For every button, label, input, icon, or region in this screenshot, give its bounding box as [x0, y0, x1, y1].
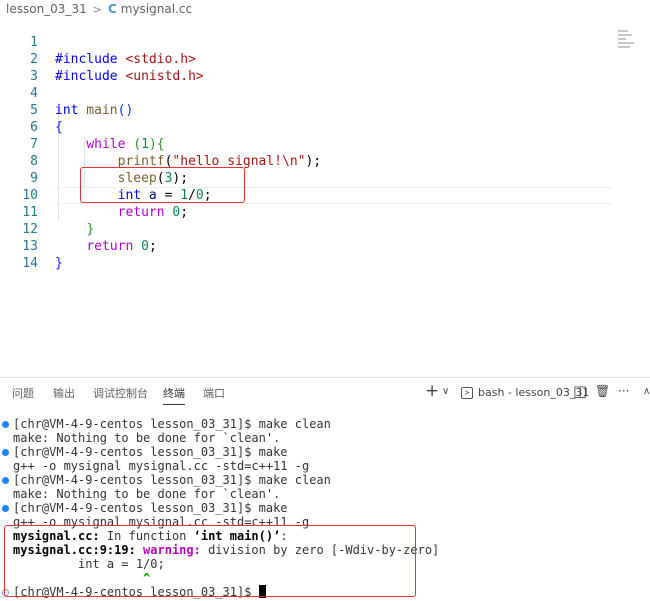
terminal-line: make: Nothing to be done for `clean'. — [13, 487, 281, 501]
code-line: 2 #include <unistd.h> — [0, 34, 620, 84]
tab-ports[interactable]: 端口 — [203, 385, 225, 401]
terminal-line: make: Nothing to be done for `clean'. — [13, 431, 281, 445]
breadcrumb-folder[interactable]: lesson_03_31 — [6, 2, 87, 16]
command-success-dot[interactable] — [2, 449, 9, 456]
terminal-line: g++ -o mysignal mysignal.cc -std=c++11 -… — [13, 459, 310, 473]
minimap[interactable] — [618, 30, 648, 60]
terminal-line: [chr@VM-4-9-centos lesson_03_31]$ make — [13, 445, 288, 459]
chevron-right-icon: > — [92, 2, 102, 16]
code-line: 6 while (1){ — [0, 102, 620, 152]
line-number: 14 — [22, 256, 38, 271]
code-line: 4 int main() — [0, 68, 620, 118]
trash-icon[interactable]: 🗑 — [595, 384, 610, 398]
terminal-line: [chr@VM-4-9-centos lesson_03_31]$ make c… — [13, 417, 331, 431]
terminal-selector[interactable]: > bash - lesson_03_31 — [461, 386, 589, 399]
tab-terminal[interactable]: 终端 — [163, 385, 185, 405]
code-line: 5 { — [0, 85, 620, 135]
tab-output[interactable]: 输出 — [53, 385, 75, 401]
tab-debug-console[interactable]: 调试控制台 — [93, 385, 148, 401]
terminal-line: [chr@VM-4-9-centos lesson_03_31]$ make — [13, 501, 288, 515]
cpp-file-icon: C — [107, 2, 117, 16]
tab-problems[interactable]: 问题 — [12, 385, 34, 401]
code-line: 13 } — [0, 221, 620, 271]
code-line: 8 sleep(3); — [0, 136, 620, 186]
code-line: 12 return 0; — [0, 204, 620, 254]
command-success-dot[interactable] — [2, 477, 9, 484]
highlight-box-terminal — [4, 525, 416, 597]
code-line: 1 #include <stdio.h> — [0, 17, 620, 67]
highlight-box-code — [80, 167, 245, 203]
more-actions-icon[interactable]: ··· — [618, 384, 629, 398]
breadcrumb-file[interactable]: mysignal.cc — [121, 2, 192, 16]
new-terminal-icon[interactable]: + — [425, 381, 439, 401]
chevron-up-icon[interactable]: ∧ — [643, 386, 650, 397]
code-line: 14 — [0, 238, 620, 271]
code-line: 3 — [0, 51, 620, 84]
breadcrumb: lesson_03_31 > C mysignal.cc — [0, 0, 650, 18]
code-editor[interactable]: 1 #include <stdio.h> 2 #include <unistd.… — [0, 17, 650, 377]
chevron-down-icon[interactable]: ∨ — [442, 386, 449, 397]
terminal-line: [chr@VM-4-9-centos lesson_03_31]$ make c… — [13, 473, 331, 487]
split-terminal-icon[interactable]: ◫ — [573, 382, 587, 400]
command-success-dot[interactable] — [2, 421, 9, 428]
code-line: 7 printf("hello signal!\n"); — [0, 119, 620, 169]
terminal-icon: > — [461, 386, 473, 399]
command-success-dot[interactable] — [2, 505, 9, 512]
